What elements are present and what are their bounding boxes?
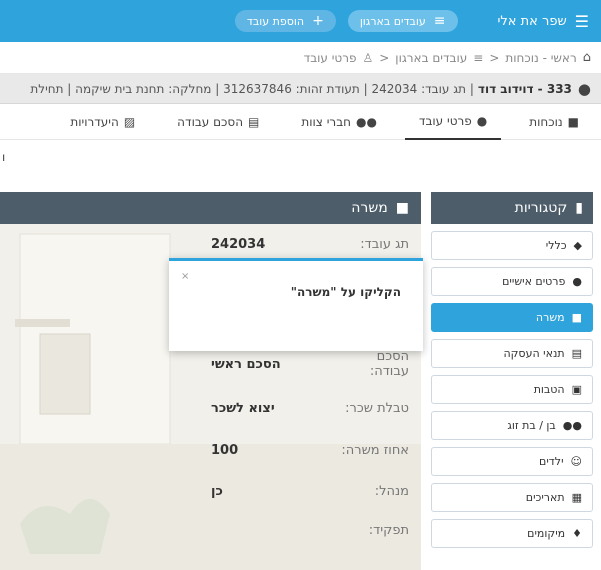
- category-label: משרה: [535, 311, 565, 324]
- user-icon: ●: [572, 275, 582, 288]
- breadcrumb-item-home[interactable]: ראשי - נוכחות: [505, 51, 576, 65]
- tab-label: פרטי עובד: [418, 114, 472, 128]
- filter-icon: ≡: [433, 13, 446, 29]
- panel-header: ■ משרה: [0, 192, 421, 224]
- field-label: מנהל:: [374, 483, 409, 499]
- team-icon: ●●: [355, 115, 377, 129]
- category-label: פרטים אישיים: [502, 275, 566, 288]
- breadcrumb-item-employees[interactable]: עובדים בארגון: [395, 51, 467, 65]
- location-icon: ♦: [572, 527, 582, 540]
- document-icon: ▤: [571, 347, 582, 360]
- field-label: הסכם עבודה:: [369, 349, 409, 379]
- category-label: הטבות: [533, 383, 565, 396]
- breadcrumb-item-current: פרטי עובד: [303, 50, 357, 65]
- calendar-off-icon: ▨: [123, 115, 136, 129]
- categories-title: קטגוריות: [514, 200, 568, 216]
- category-label: כללי: [545, 239, 567, 252]
- filter-icon: ≡: [473, 50, 484, 65]
- book-icon: ▮: [575, 200, 583, 216]
- categories-sidebar: ▮ קטגוריות ◆ כללי ● פרטים אישיים ■ משרה …: [431, 192, 593, 555]
- category-label: תאריכים: [525, 491, 565, 504]
- field-row-manager: מנהל: כן: [0, 471, 421, 511]
- tab-bar: ■ נוכחות ● פרטי עובד ●● חברי צוות ▤ הסכם…: [0, 104, 601, 140]
- panel-title: משרה: [351, 200, 388, 216]
- category-children[interactable]: ☺ ילדים: [431, 447, 593, 476]
- category-label: מיקומים: [527, 527, 566, 540]
- truncated-text: ו: [2, 150, 6, 164]
- tab-label: נוכחות: [529, 115, 563, 129]
- plus-icon: +: [312, 13, 324, 29]
- tab-attendance[interactable]: ■ נוכחות: [515, 104, 593, 140]
- briefcase-icon: ■: [395, 200, 409, 216]
- gift-icon: ▣: [571, 383, 582, 396]
- category-benefits[interactable]: ▣ הטבות: [431, 375, 593, 404]
- menu-icon[interactable]: ☰: [575, 12, 589, 31]
- calendar-icon: ▦: [571, 491, 582, 504]
- category-label: ילדים: [539, 455, 564, 468]
- tab-team-members[interactable]: ●● חברי צוות: [287, 104, 391, 140]
- tab-label: חברי צוות: [301, 115, 351, 129]
- field-row-role: תפקיד:: [0, 510, 421, 550]
- category-general[interactable]: ◆ כללי: [431, 231, 593, 260]
- user-icon: ●: [476, 114, 488, 128]
- field-value: כן: [211, 483, 223, 499]
- field-label: אחוז משרה:: [341, 442, 409, 458]
- chevron-icon: <: [489, 50, 500, 65]
- tab-employee-details[interactable]: ● פרטי עובד: [404, 104, 502, 140]
- employee-code: 333 - דוידוב דוד: [477, 81, 572, 96]
- field-value: 242034: [211, 236, 266, 252]
- category-label: תנאי העסקה: [503, 347, 565, 360]
- category-employment-terms[interactable]: ▤ תנאי העסקה: [431, 339, 593, 368]
- field-label: תפקיד:: [368, 522, 409, 538]
- guide-tooltip: × הקליקו על "משרה": [169, 258, 423, 351]
- home-icon[interactable]: ⌂: [583, 50, 591, 65]
- document-icon: ▤: [248, 115, 260, 129]
- field-row-salary-table: טבלת שכר: יצוא לשכר: [0, 388, 421, 428]
- category-locations[interactable]: ♦ מיקומים: [431, 519, 593, 548]
- category-personal-details[interactable]: ● פרטים אישיים: [431, 267, 593, 296]
- position-panel: ■ משרה תג עובד: 242034 הסכם עבודה: הסכם …: [0, 192, 421, 570]
- category-spouse[interactable]: ●● בן / בת זוג: [431, 411, 593, 440]
- field-value: 100: [211, 442, 239, 458]
- field-label: תג עובד:: [360, 236, 409, 252]
- child-icon: ☺: [570, 455, 582, 468]
- layers-icon: ◆: [573, 239, 582, 252]
- tab-label: היעדרויות: [70, 115, 119, 129]
- briefcase-icon: ■: [567, 115, 579, 129]
- breadcrumb: ⌂ ראשי - נוכחות < ≡ עובדים בארגון < ♙ פר…: [0, 42, 601, 74]
- tooltip-message: הקליקו על "משרה": [290, 285, 401, 299]
- category-dates[interactable]: ▦ תאריכים: [431, 483, 593, 512]
- tab-work-agreement[interactable]: ▤ הסכם עבודה: [163, 104, 273, 140]
- field-row-job-percentage: אחוז משרה: 100: [0, 430, 421, 470]
- close-icon[interactable]: ×: [181, 271, 189, 282]
- tab-absences[interactable]: ▨ היעדרויות: [56, 104, 149, 140]
- category-label: בן / בת זוג: [507, 419, 556, 432]
- tab-label: הסכם עבודה: [177, 115, 244, 129]
- employees-filter-button[interactable]: ≡ עובדים בארגון: [347, 10, 458, 32]
- field-value: יצוא לשכר: [211, 400, 275, 416]
- briefcase-icon: ■: [571, 311, 582, 324]
- categories-header: ▮ קטגוריות: [431, 192, 593, 224]
- field-label: טבלת שכר:: [345, 400, 409, 416]
- user-icon: ●: [577, 79, 591, 98]
- add-employee-label: הוספת עובד: [246, 14, 305, 28]
- top-bar: ☰ שפר את אלי ≡ עובדים בארגון + הוספת עוב…: [0, 0, 601, 42]
- category-position[interactable]: ■ משרה: [431, 303, 593, 332]
- employees-filter-label: עובדים בארגון: [359, 14, 426, 28]
- user-icon: ♙: [362, 50, 374, 65]
- couple-icon: ●●: [562, 419, 582, 432]
- chevron-icon: <: [379, 50, 390, 65]
- employee-header: ● 333 - דוידוב דוד | תג עובד: 242034 | ת…: [0, 74, 601, 104]
- add-employee-button[interactable]: + הוספת עובד: [234, 10, 336, 32]
- field-value: הסכם ראשי: [211, 356, 281, 372]
- employee-details: | תג עובד: 242034 | תעודת זהות: 31263784…: [30, 81, 474, 96]
- brand-link[interactable]: שפר את אלי: [498, 14, 567, 29]
